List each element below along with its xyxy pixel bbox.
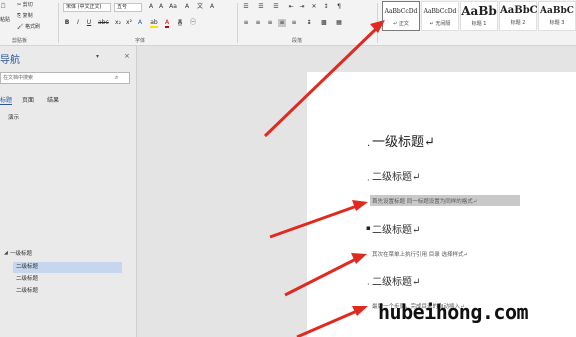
annotation-arrows [263, 20, 385, 337]
arrow-to-second-step [284, 253, 367, 297]
arrow-to-normal-style [263, 20, 385, 138]
arrow-to-first-step [269, 200, 368, 239]
arrow-to-third-step [296, 306, 368, 337]
watermark: hubeihong.com [378, 300, 529, 324]
